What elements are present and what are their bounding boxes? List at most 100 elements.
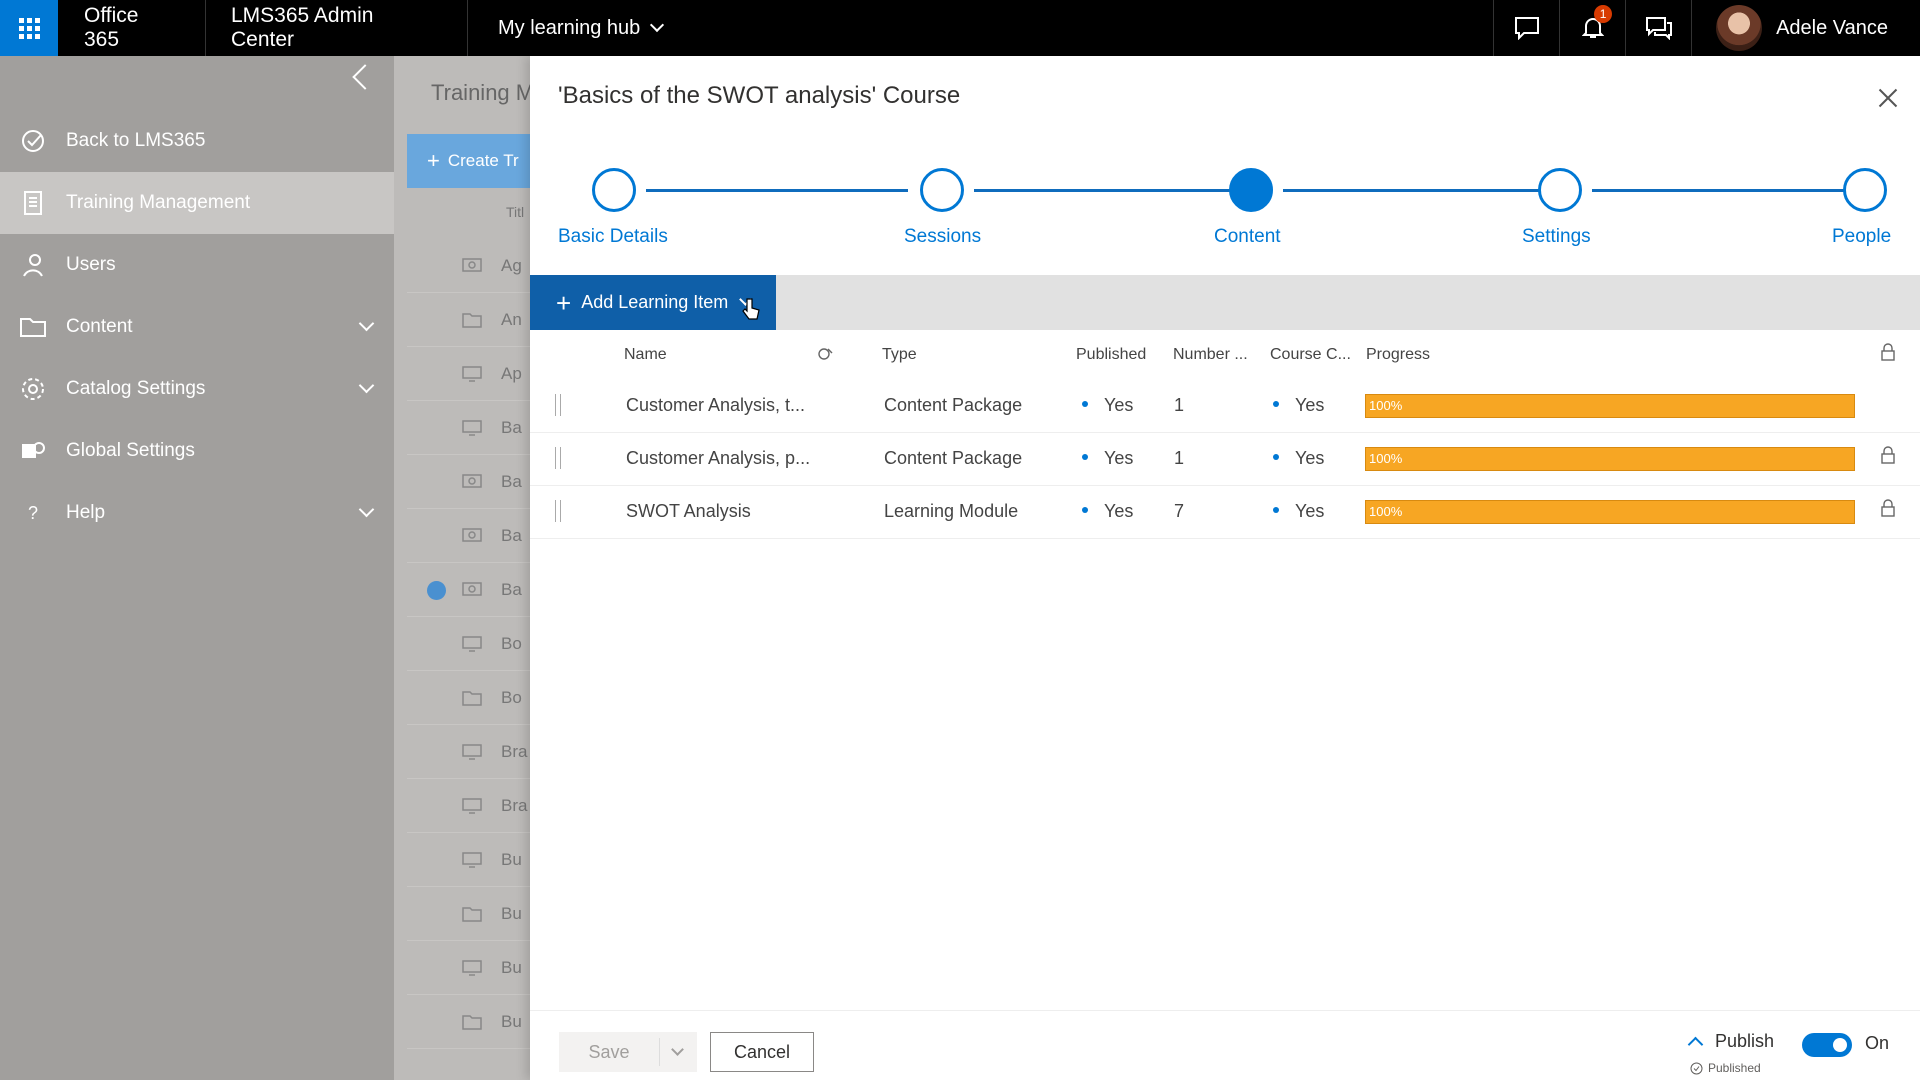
monitor-icon (462, 420, 482, 436)
table-row[interactable]: Customer Analysis, p... Content Package … (530, 433, 1920, 486)
panel-footer: Save Cancel Publish Published On (530, 1010, 1920, 1080)
column-header-type[interactable]: Type (882, 346, 917, 364)
chevron-down-icon[interactable] (671, 1042, 684, 1056)
list-item[interactable]: Bu (407, 834, 530, 887)
lock-icon[interactable] (1880, 498, 1896, 518)
cell-published: Yes (1082, 501, 1133, 522)
create-training-button[interactable]: + Create Tr (407, 134, 530, 188)
list-item[interactable]: Bo (407, 618, 530, 671)
drag-handle-icon[interactable] (555, 394, 561, 416)
column-header-published[interactable]: Published (1076, 346, 1146, 364)
nav-item-content[interactable]: Content (0, 296, 394, 358)
nav-item-catalog-settings[interactable]: Catalog Settings (0, 358, 394, 420)
nav-label: Help (66, 502, 106, 523)
publish-toggle[interactable] (1802, 1033, 1852, 1057)
close-icon[interactable] (1878, 88, 1898, 108)
nav-item-users[interactable]: Users (0, 234, 394, 296)
global-settings-icon (22, 442, 45, 458)
step-sessions[interactable] (920, 168, 964, 212)
conversations-button[interactable] (1625, 0, 1691, 56)
list-item[interactable]: Bu (407, 942, 530, 995)
folder-icon (462, 907, 482, 922)
step-basic-details[interactable] (592, 168, 636, 212)
page-title: Training M (431, 80, 535, 105)
learning-hub-label: My learning hub (498, 16, 641, 39)
cell-name[interactable]: Customer Analysis, t... (626, 395, 805, 416)
user-menu[interactable]: Adele Vance (1691, 0, 1920, 56)
list-item[interactable]: Ag (407, 240, 530, 293)
progress-bar: 100% (1365, 394, 1855, 418)
notifications-button[interactable]: 1 (1559, 0, 1625, 56)
cancel-button[interactable]: Cancel (710, 1032, 814, 1072)
save-button[interactable]: Save (559, 1032, 697, 1072)
panel-title: 'Basics of the SWOT analysis' Course (558, 82, 961, 109)
list-item[interactable]: Ba (407, 564, 530, 617)
office365-link[interactable]: Office 365 (58, 0, 206, 56)
nav-label: Catalog Settings (66, 378, 206, 399)
column-header-name[interactable]: Name (624, 346, 667, 364)
table-row[interactable]: SWOT Analysis Learning Module Yes 7 Yes … (530, 486, 1920, 539)
nav-item-back[interactable]: Back to LMS365 (0, 110, 394, 172)
nav-item-training-management[interactable]: Training Management (0, 172, 394, 234)
step-label-people[interactable]: People (1832, 226, 1891, 248)
toggle-label: On (1865, 1033, 1890, 1053)
column-header-progress[interactable]: Progress (1366, 346, 1430, 364)
check-circle-icon (22, 130, 44, 152)
monitor-icon (462, 636, 482, 652)
classroom-icon (462, 528, 482, 542)
users-icon (23, 254, 43, 277)
step-label-settings[interactable]: Settings (1522, 226, 1591, 248)
published-status: Published (1690, 1061, 1761, 1075)
column-header-course-completion[interactable]: Course C... (1270, 346, 1351, 364)
list-item[interactable]: Bu (407, 996, 530, 1049)
cell-number: 7 (1174, 501, 1185, 521)
lock-icon[interactable] (1880, 445, 1896, 465)
step-label-basic-details[interactable]: Basic Details (558, 226, 668, 248)
view-options-icon[interactable] (816, 345, 834, 363)
step-people[interactable] (1843, 168, 1887, 212)
list-item[interactable]: Ba (407, 510, 530, 563)
collapse-nav-icon[interactable] (352, 64, 378, 90)
list-item[interactable]: Ap (407, 348, 530, 401)
progress-bar: 100% (1365, 500, 1855, 524)
step-settings[interactable] (1538, 168, 1582, 212)
nav-item-global-settings[interactable]: Global Settings (0, 420, 394, 482)
list-item[interactable]: Bra (407, 726, 530, 779)
cell-course-completion: Yes (1273, 395, 1324, 416)
cell-type: Content Package (884, 448, 1023, 468)
publish-button[interactable]: Publish (1687, 1031, 1774, 1053)
document-icon (24, 191, 42, 215)
classroom-icon (462, 258, 482, 272)
table-row[interactable]: Customer Analysis, t... Content Package … (530, 380, 1920, 433)
add-learning-item-button[interactable]: + Add Learning Item (530, 275, 776, 330)
status-dot (1273, 454, 1279, 461)
avatar (1716, 5, 1763, 51)
drag-handle-icon[interactable] (555, 447, 561, 469)
list-item[interactable]: Ba (407, 402, 530, 455)
top-bar: Office 365 LMS365 Admin Center My learni… (0, 0, 1920, 56)
chevron-down-icon (358, 501, 375, 518)
list-item[interactable]: An (407, 294, 530, 347)
checkmark-icon (427, 581, 446, 600)
list-item[interactable]: Bo (407, 672, 530, 725)
admin-center-link[interactable]: LMS365 Admin Center (206, 0, 468, 56)
step-label-sessions[interactable]: Sessions (904, 226, 981, 248)
list-item[interactable]: Bu (407, 888, 530, 941)
cell-name[interactable]: Customer Analysis, p... (626, 448, 810, 469)
cell-type: Learning Module (884, 501, 1019, 521)
feedback-button[interactable] (1493, 0, 1559, 56)
conversation-icon (1645, 17, 1672, 40)
chevron-down-icon (358, 315, 375, 332)
app-launcher-button[interactable] (0, 0, 58, 56)
column-header-number[interactable]: Number ... (1173, 346, 1248, 364)
drag-handle-icon[interactable] (555, 500, 561, 522)
list-item[interactable]: Ba (407, 456, 530, 509)
cell-name[interactable]: SWOT Analysis (626, 501, 751, 522)
list-item[interactable]: Bra (407, 780, 530, 833)
nav-item-help[interactable]: ? Help (0, 482, 394, 544)
column-header-title: Titl (506, 204, 525, 220)
learning-hub-dropdown[interactable]: My learning hub (468, 0, 687, 56)
step-label-content[interactable]: Content (1214, 226, 1281, 248)
classroom-icon (462, 582, 482, 596)
step-content[interactable] (1229, 168, 1273, 212)
